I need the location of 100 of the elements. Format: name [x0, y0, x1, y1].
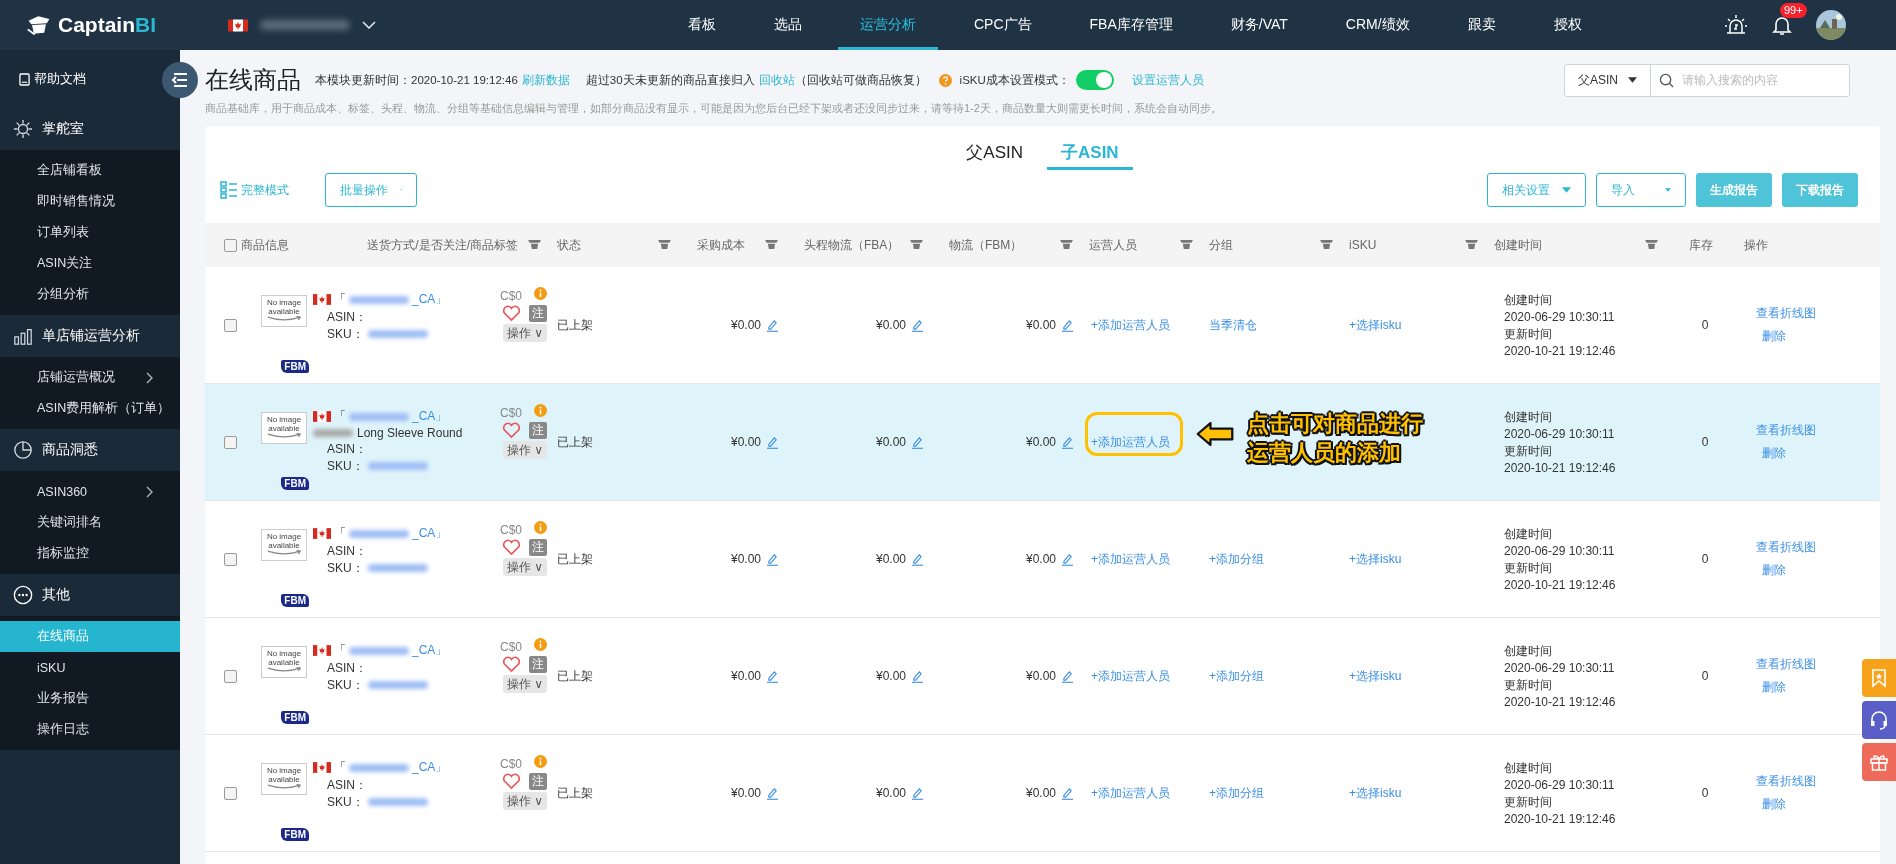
settings-dropdown[interactable]: 相关设置: [1487, 173, 1586, 207]
collapse-sidebar-icon[interactable]: [162, 62, 198, 98]
heart-icon[interactable]: [502, 773, 521, 790]
actions-dropdown[interactable]: 操作 ∨: [502, 792, 547, 810]
sidebar-item[interactable]: 全店铺看板: [0, 155, 180, 186]
heart-icon[interactable]: [502, 539, 521, 556]
view-chart-link[interactable]: 查看折线图: [1756, 422, 1816, 439]
product-title-link[interactable]: _CA」: [412, 291, 448, 308]
note-tag[interactable]: 注: [529, 305, 547, 322]
search-icon[interactable]: [1659, 72, 1674, 88]
group-link[interactable]: +添加分组: [1209, 550, 1264, 568]
view-chart-link[interactable]: 查看折线图: [1756, 773, 1816, 790]
nav-tab[interactable]: 跟卖: [1445, 0, 1518, 50]
alarm-light-icon[interactable]: [1724, 13, 1748, 37]
sidebar-item[interactable]: 店铺运营概况: [0, 362, 180, 393]
checkbox[interactable]: [224, 435, 237, 449]
sidebar-item[interactable]: 指标监控: [0, 538, 180, 569]
info-icon[interactable]: [534, 521, 547, 534]
view-chart-link[interactable]: 查看折线图: [1756, 656, 1816, 673]
sidebar-item[interactable]: 业务报告: [0, 683, 180, 714]
edit-icon[interactable]: [912, 318, 923, 332]
sidebar-item[interactable]: ASIN费用解析（订单）: [0, 393, 180, 424]
sidebar-item[interactable]: 在线商品: [0, 621, 180, 652]
info-icon[interactable]: [534, 404, 547, 417]
select-isku-link[interactable]: +选择isku: [1349, 784, 1402, 802]
select-isku-link[interactable]: +选择isku: [1349, 667, 1402, 685]
product-title-link[interactable]: _CA」: [412, 642, 448, 659]
nav-tab[interactable]: CPC广告: [952, 0, 1054, 50]
gift-button[interactable]: [1862, 743, 1896, 781]
delete-link[interactable]: 删除: [1762, 796, 1786, 813]
toggle-switch[interactable]: [1075, 70, 1114, 90]
edit-icon[interactable]: [767, 669, 778, 683]
info-icon[interactable]: [534, 287, 547, 300]
filter-icon[interactable]: [1060, 240, 1073, 250]
select-isku-link[interactable]: +选择isku: [1349, 316, 1402, 334]
select-isku-link[interactable]: +选择isku: [1349, 550, 1402, 568]
search-field[interactable]: 请输入搜索的内容: [1680, 73, 1844, 87]
delete-link[interactable]: 删除: [1762, 328, 1786, 345]
edit-icon[interactable]: [767, 318, 778, 332]
filter-icon[interactable]: [910, 240, 923, 250]
heart-icon[interactable]: [502, 305, 521, 322]
help-icon[interactable]: [938, 73, 952, 87]
view-chart-link[interactable]: 查看折线图: [1756, 305, 1816, 322]
refresh-link[interactable]: 刷新数据: [521, 72, 570, 88]
sidebar-item[interactable]: 分组分析: [0, 279, 180, 310]
note-tag[interactable]: 注: [529, 773, 547, 790]
nav-tab[interactable]: 财务/VAT: [1208, 0, 1310, 50]
edit-icon[interactable]: [1062, 669, 1073, 683]
nav-tab[interactable]: 授权: [1531, 0, 1604, 50]
heart-icon[interactable]: [502, 422, 521, 439]
nav-tab[interactable]: 看板: [666, 0, 738, 50]
recycle-bin-link[interactable]: 回收站: [758, 72, 795, 88]
edit-icon[interactable]: [912, 435, 923, 449]
view-chart-link[interactable]: 查看折线图: [1756, 539, 1816, 556]
delete-link[interactable]: 删除: [1762, 562, 1786, 579]
filter-icon[interactable]: [658, 240, 671, 250]
product-title-link[interactable]: _CA」: [412, 525, 448, 542]
product-title-link[interactable]: _CA」: [412, 408, 448, 425]
add-operator-link[interactable]: +添加运营人员: [1091, 667, 1170, 685]
group-link[interactable]: +添加分组: [1209, 784, 1264, 802]
nav-tab[interactable]: 运营分析: [838, 0, 938, 50]
actions-dropdown[interactable]: 操作 ∨: [502, 675, 547, 693]
sidebar-item[interactable]: ASIN关注: [0, 248, 180, 279]
search-scope-dropdown[interactable]: 父ASIN: [1565, 64, 1651, 96]
add-operator-link[interactable]: +添加运营人员: [1091, 316, 1170, 334]
checkbox[interactable]: [224, 552, 237, 566]
info-icon[interactable]: [534, 638, 547, 651]
note-tag[interactable]: 注: [529, 422, 547, 439]
edit-icon[interactable]: [1062, 786, 1073, 800]
headset-button[interactable]: [1862, 701, 1896, 739]
actions-dropdown[interactable]: 操作 ∨: [502, 558, 547, 576]
sidebar-item[interactable]: iSKU: [0, 652, 180, 683]
generate-report-button[interactable]: 生成报告: [1696, 173, 1772, 207]
edit-icon[interactable]: [767, 552, 778, 566]
full-mode-button[interactable]: 完整模式: [220, 181, 289, 199]
edit-icon[interactable]: [912, 669, 923, 683]
sidebar-item[interactable]: 操作日志: [0, 714, 180, 745]
delete-link[interactable]: 删除: [1762, 445, 1786, 462]
help-docs-link[interactable]: 帮助文档: [19, 70, 86, 88]
actions-dropdown[interactable]: 操作 ∨: [502, 441, 547, 459]
filter-icon[interactable]: [1465, 240, 1478, 250]
set-operator-link[interactable]: 设置运营人员: [1131, 72, 1204, 88]
import-dropdown[interactable]: 导入: [1596, 173, 1686, 207]
edit-icon[interactable]: [1062, 435, 1073, 449]
sidebar-item[interactable]: ASIN360: [0, 476, 180, 507]
sidebar-item[interactable]: 关键词排名: [0, 507, 180, 538]
product-title-link[interactable]: _CA」: [412, 759, 448, 776]
download-report-button[interactable]: 下载报告: [1782, 173, 1858, 207]
filter-icon[interactable]: [1320, 240, 1333, 250]
nav-tab[interactable]: FBA库存管理: [1067, 0, 1195, 50]
asin-tab[interactable]: 子ASIN: [1047, 141, 1133, 170]
checkbox[interactable]: [224, 318, 237, 332]
edit-icon[interactable]: [912, 552, 923, 566]
add-operator-link[interactable]: +添加运营人员: [1091, 433, 1170, 451]
chevron-down-icon[interactable]: [362, 21, 376, 29]
edit-icon[interactable]: [1062, 552, 1073, 566]
checkbox[interactable]: [224, 669, 237, 683]
sidebar-item[interactable]: 即时销售情况: [0, 186, 180, 217]
nav-tab[interactable]: 选品: [752, 0, 824, 50]
add-operator-link[interactable]: +添加运营人员: [1091, 550, 1170, 568]
